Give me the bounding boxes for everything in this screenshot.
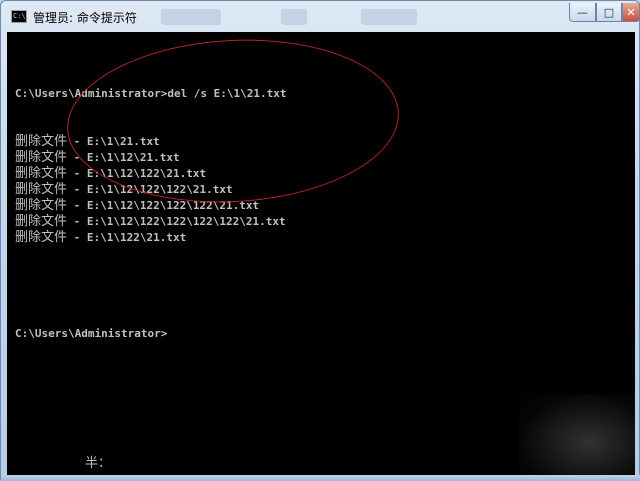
window-title: 管理员: 命令提示符 [33, 11, 137, 25]
minimize-button[interactable]: — [569, 3, 596, 22]
deleted-file-line: 删除文件 - E:\1\12\122\122\122\122\21.txt [15, 214, 287, 230]
title-bar[interactable]: C:\ 管理员: 命令提示符 — □ ✕ [1, 1, 640, 31]
command-prompt-window: C:\ 管理员: 命令提示符 — □ ✕ C:\Users\Administra… [0, 0, 640, 481]
console-output-area[interactable]: C:\Users\Administrator>del /s E:\1\21.tx… [7, 32, 635, 475]
close-icon: ✕ [626, 5, 636, 19]
deleted-file-label: 删除文件 [15, 182, 68, 197]
deleted-file-label: 删除文件 [15, 214, 68, 229]
close-button[interactable]: ✕ [622, 3, 640, 22]
minimize-icon: — [577, 5, 588, 19]
blurred-region [281, 9, 307, 25]
command-prompt[interactable]: C:\Users\Administrator> [15, 326, 287, 342]
maximize-icon: □ [603, 5, 615, 19]
ime-status-indicator: 半： [85, 456, 112, 471]
deleted-file-label: 删除文件 [15, 230, 68, 245]
separator: - [67, 199, 87, 212]
blurred-region [361, 9, 417, 25]
separator: - [67, 183, 87, 196]
deleted-file-path: E:\1\12\122\122\122\122\21.txt [86, 215, 286, 228]
deleted-file-label: 删除文件 [15, 198, 68, 213]
deleted-file-label: 删除文件 [15, 166, 68, 181]
cmd-window-icon[interactable]: C:\ [11, 10, 27, 23]
deleted-file-label: 删除文件 [15, 150, 68, 165]
window-bottom-border [1, 475, 640, 481]
separator: - [67, 231, 87, 244]
maximize-button[interactable]: □ [596, 3, 622, 22]
deleted-file-label: 删除文件 [15, 134, 68, 149]
deleted-file-path: E:\1\122\21.txt [86, 231, 187, 244]
separator: - [67, 215, 87, 228]
separator: - [67, 167, 87, 180]
screen-glare [519, 394, 635, 475]
blurred-region [161, 9, 221, 25]
deleted-file-line: 删除文件 - E:\1\122\21.txt [15, 230, 287, 246]
